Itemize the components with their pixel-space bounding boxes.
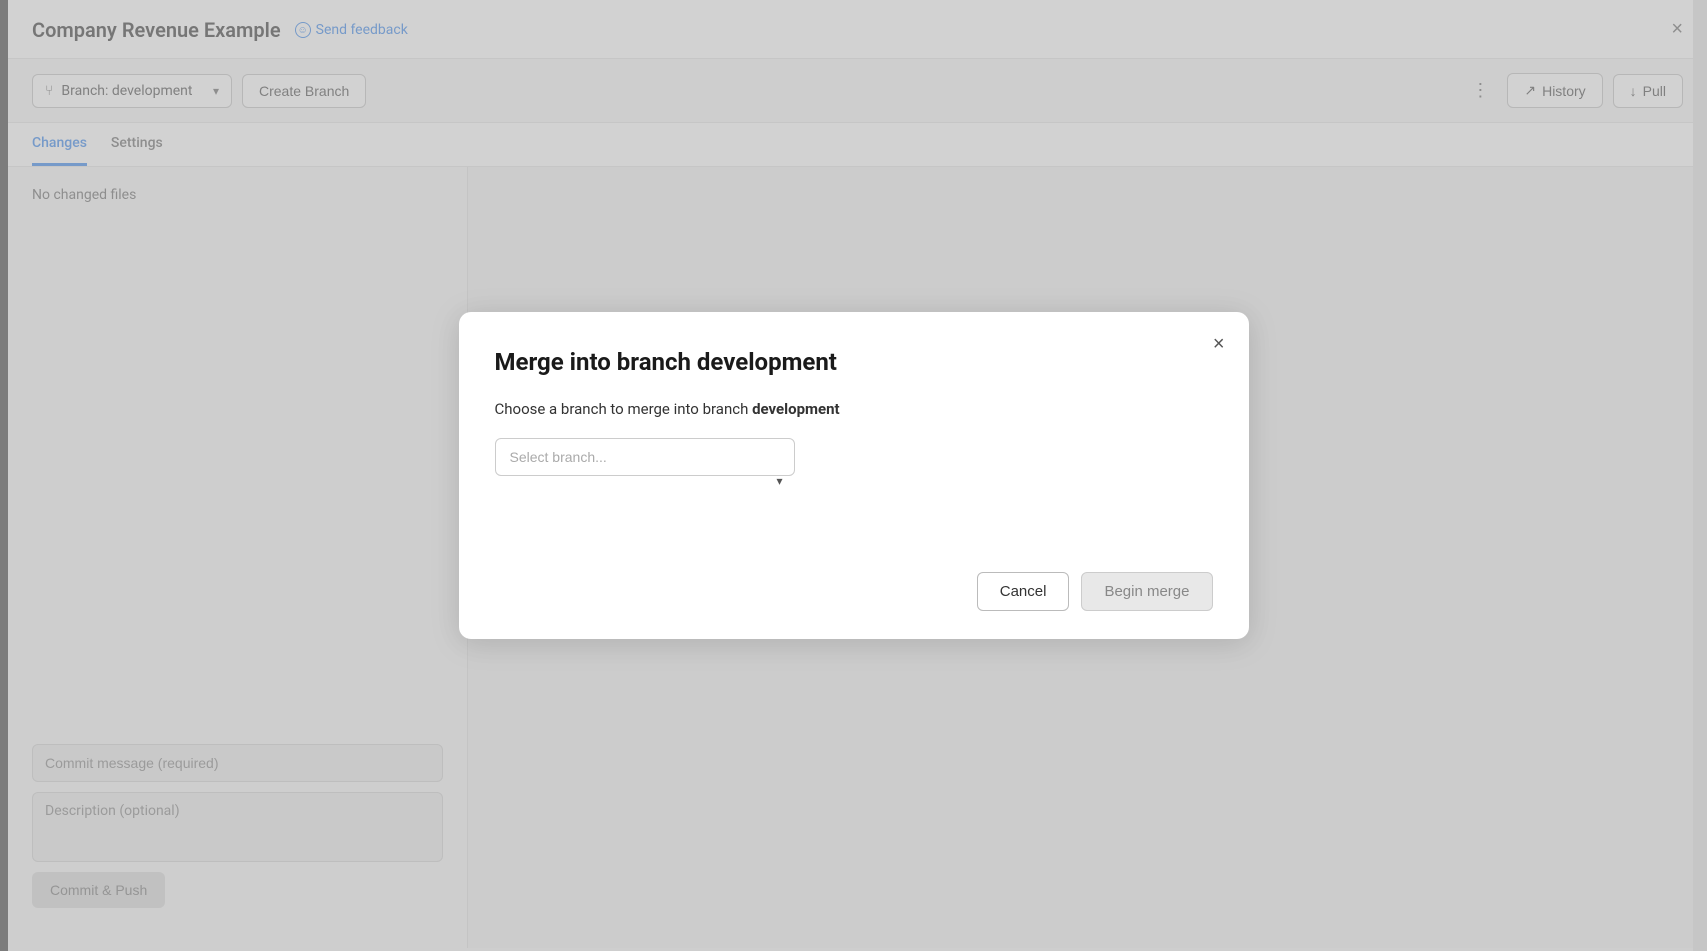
cancel-button[interactable]: Cancel: [977, 572, 1070, 611]
modal-description: Choose a branch to merge into branch dev…: [495, 400, 1213, 418]
begin-merge-button[interactable]: Begin merge: [1081, 572, 1212, 611]
merge-modal: × Merge into branch development Choose a…: [459, 312, 1249, 639]
modal-footer: Cancel Begin merge: [495, 572, 1213, 611]
modal-description-prefix: Choose a branch to merge into branch: [495, 400, 753, 418]
branch-select[interactable]: Select branch...: [495, 438, 795, 476]
modal-overlay: × Merge into branch development Choose a…: [0, 0, 1707, 951]
modal-close-button[interactable]: ×: [1209, 330, 1229, 358]
branch-select-wrapper: Select branch... ▾: [495, 438, 795, 524]
select-arrow-icon: ▾: [776, 474, 782, 488]
modal-title: Merge into branch development: [495, 348, 1213, 376]
modal-branch-name: development: [752, 400, 840, 418]
